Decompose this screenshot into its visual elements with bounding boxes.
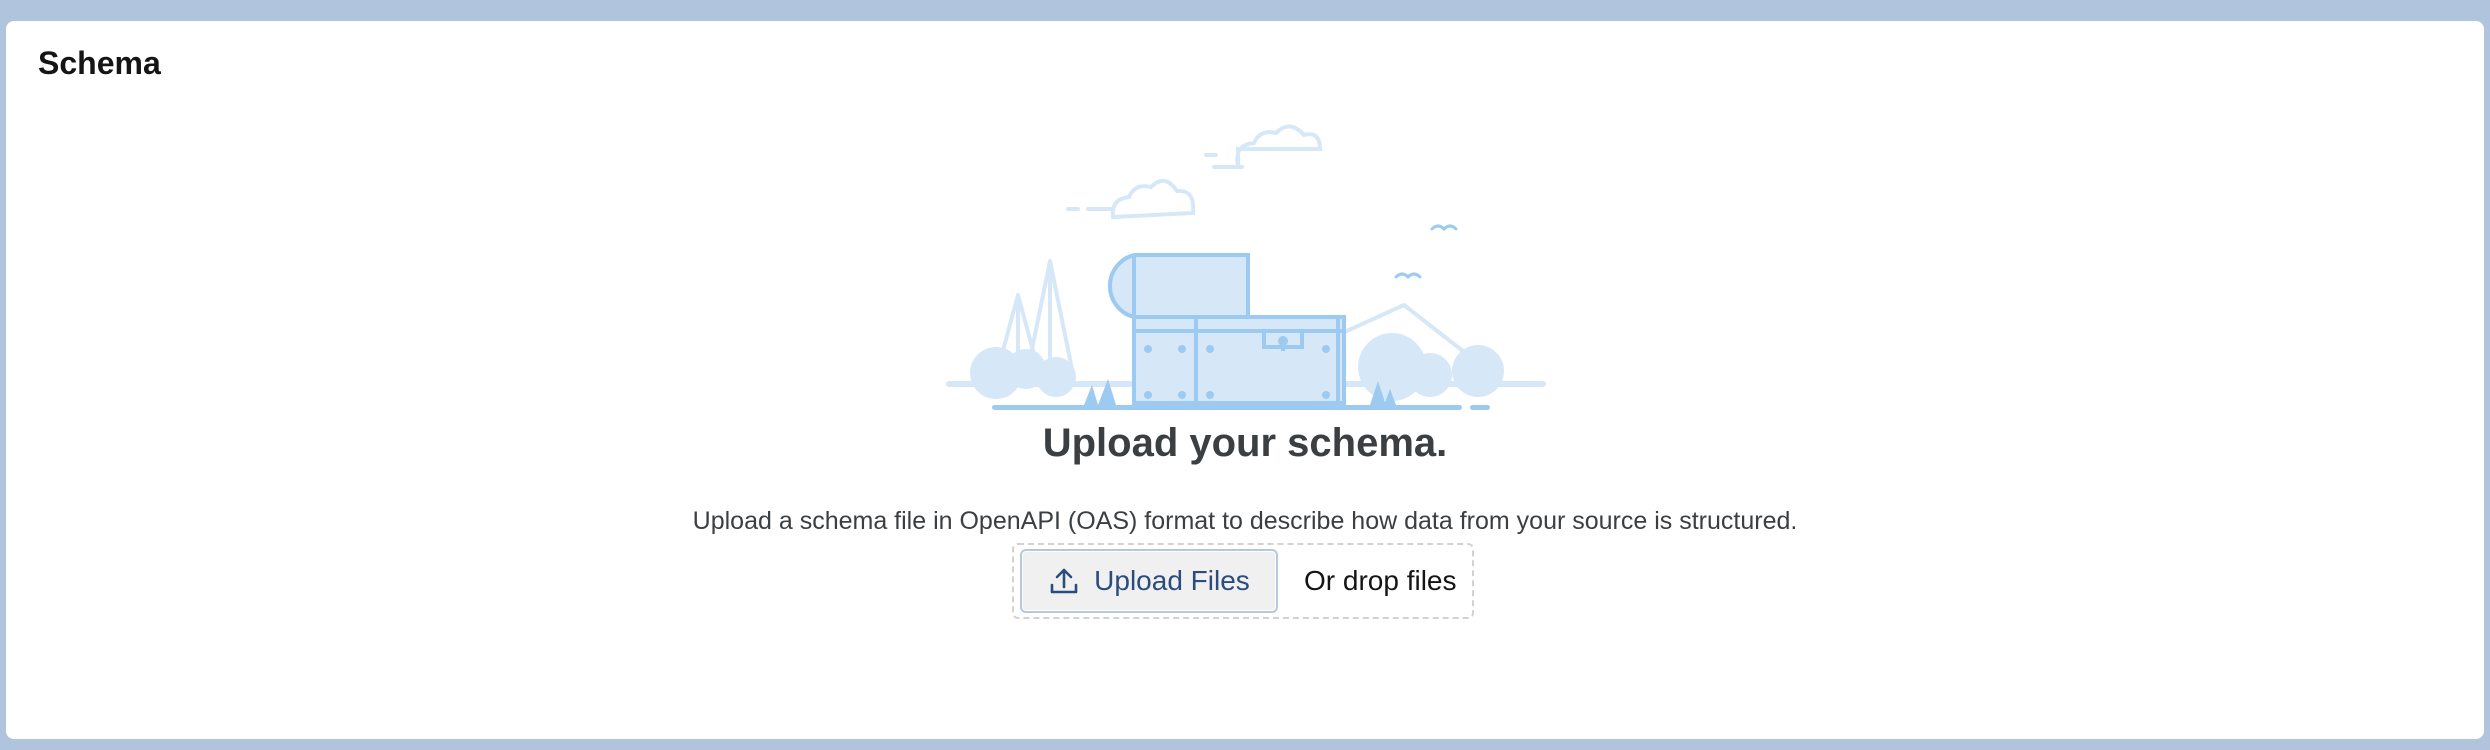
treasure-chest-illustration [946, 124, 1546, 410]
schema-panel: Schema Upload your schema. Upload a sche… [6, 21, 2484, 739]
panel-title: Schema [38, 45, 161, 81]
drop-files-text: Or drop files [1304, 565, 1457, 596]
empty-state-title: Upload your schema. [1042, 421, 1448, 465]
upload-files-label: Upload Files [1094, 565, 1250, 596]
upload-icon [1050, 568, 1078, 594]
upload-files-button[interactable]: Upload Files [1020, 549, 1278, 613]
empty-state-description: Upload a schema file in OpenAPI (OAS) fo… [692, 507, 1798, 535]
file-dropzone[interactable]: Upload Files Or drop files [1012, 543, 1474, 619]
